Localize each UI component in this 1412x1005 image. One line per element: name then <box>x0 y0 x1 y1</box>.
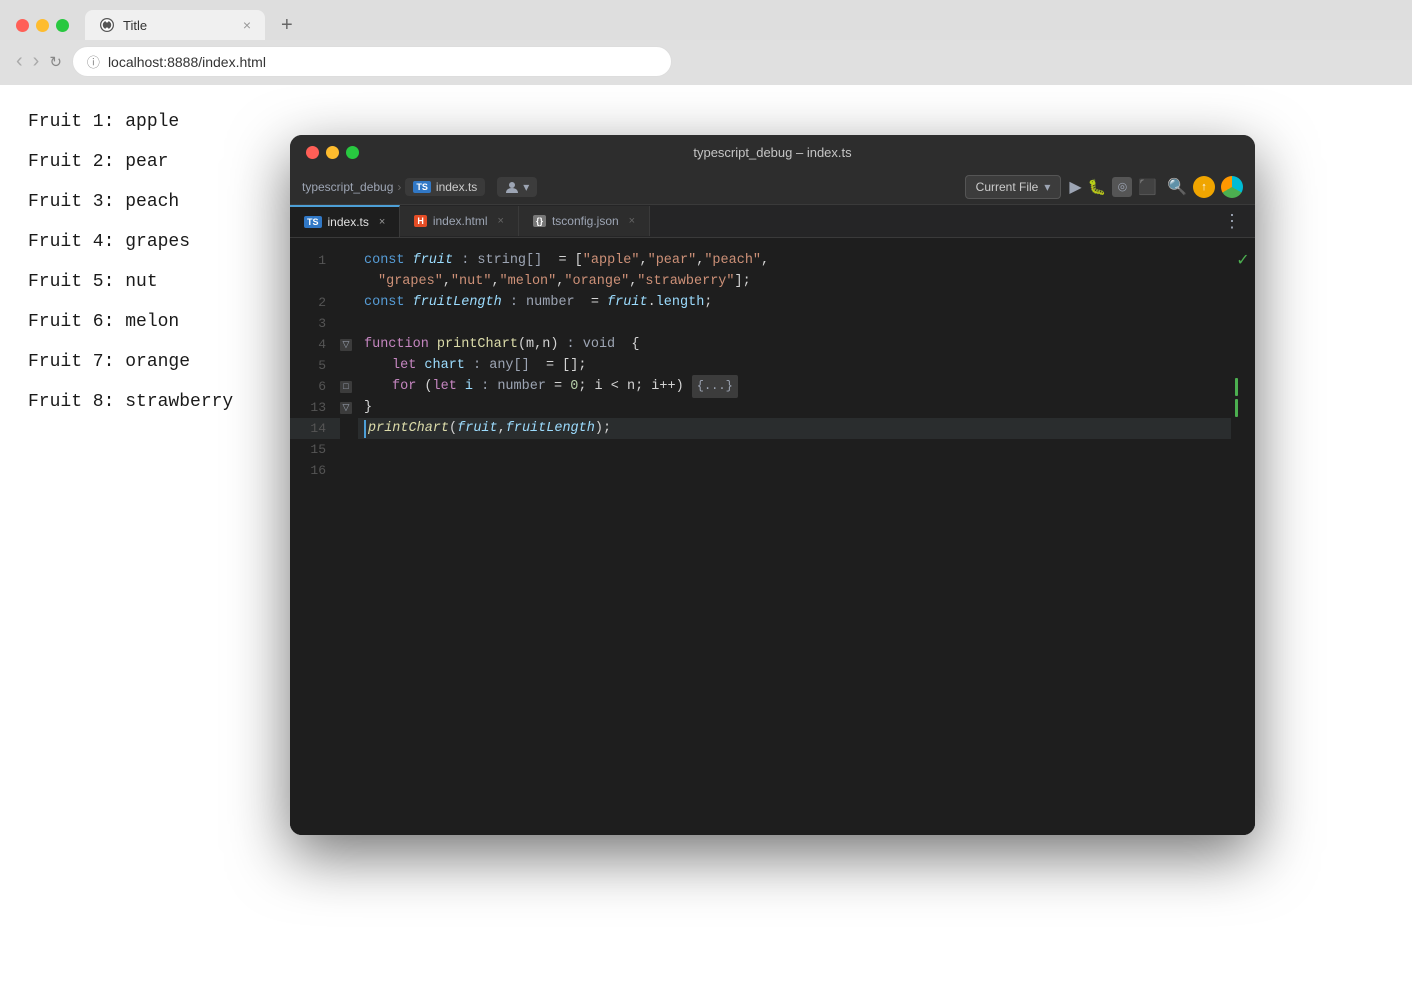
more-tabs-btn[interactable]: ⋮ <box>1209 211 1255 232</box>
tab-favicon <box>99 17 115 33</box>
minimize-button[interactable] <box>36 19 49 32</box>
tab-index-ts[interactable]: TS index.ts × <box>290 205 400 237</box>
fold-btn-close[interactable]: ▽ <box>340 402 352 414</box>
ide-window-title: typescript_debug – index.ts <box>693 145 851 160</box>
stop-btn[interactable]: ⬛ <box>1138 178 1157 196</box>
code-line-2: const fruitLength : number = fruit.lengt… <box>364 292 1231 313</box>
back-btn[interactable]: ‹ <box>16 50 23 73</box>
code-line-16 <box>364 460 1231 481</box>
line-numbers: 1 2 3 4 5 6 13 14 15 16 <box>290 238 340 835</box>
tab-html-close[interactable]: × <box>498 215 504 227</box>
ide-minimize-btn[interactable] <box>326 146 339 159</box>
toolbar-icons: ▶ 🐛 ◎ ⬛ 🔍 ↑ <box>1069 176 1243 198</box>
fold-column: ▽ □ ▽ <box>340 238 358 835</box>
close-button[interactable] <box>16 19 29 32</box>
ide-window: typescript_debug – index.ts typescript_d… <box>290 135 1255 835</box>
breadcrumb-sep: › <box>397 180 401 194</box>
upload-btn[interactable]: ↑ <box>1193 176 1215 198</box>
tab-json-name: tsconfig.json <box>552 214 619 228</box>
browser-tab-active[interactable]: Title × <box>85 10 265 40</box>
ide-close-btn[interactable] <box>306 146 319 159</box>
upload-icon: ↑ <box>1201 181 1207 193</box>
json-badge: {} <box>533 215 546 227</box>
code-line-3 <box>364 313 1231 334</box>
url-text: localhost:8888/index.html <box>108 54 266 70</box>
forward-btn[interactable]: › <box>33 50 40 73</box>
security-icon: ⓘ <box>87 52 100 71</box>
code-line-6: for (let i : number = 0; i < n; i++) {..… <box>364 376 1231 397</box>
jetbrains-btn[interactable] <box>1221 176 1243 198</box>
ide-traffic-lights <box>306 146 359 159</box>
coverage-btn[interactable]: ◎ <box>1112 177 1132 197</box>
new-tab-btn[interactable]: + <box>273 12 301 39</box>
code-line-15 <box>364 439 1231 460</box>
debug-btn[interactable]: 🐛 <box>1088 178 1107 196</box>
breadcrumb-file-name: index.ts <box>436 180 477 194</box>
html-badge: H <box>414 215 427 227</box>
ts-badge: TS <box>304 216 322 228</box>
tab-tsconfig-json[interactable]: {} tsconfig.json × <box>519 206 650 236</box>
code-line-1: const fruit : string[] = ["apple","pear"… <box>364 250 1231 271</box>
code-editor[interactable]: 1 2 3 4 5 6 13 14 15 16 ▽ <box>290 238 1255 835</box>
address-bar-row: ‹ › ↻ ⓘ localhost:8888/index.html <box>0 40 1412 85</box>
tab-index-html[interactable]: H index.html × <box>400 206 519 236</box>
gutter-bar-1 <box>1235 378 1238 396</box>
ide-maximize-btn[interactable] <box>346 146 359 159</box>
right-gutter: ✓ <box>1231 238 1255 835</box>
refresh-btn[interactable]: ↻ <box>49 53 62 71</box>
breadcrumb: typescript_debug › TS index.ts <box>302 178 485 196</box>
search-btn[interactable]: 🔍 <box>1167 177 1187 197</box>
run-config-dropdown[interactable]: Current File ▾ <box>965 175 1062 199</box>
ts-file-badge: TS <box>413 181 431 193</box>
user-icon <box>505 180 519 194</box>
tab-ts-name: index.ts <box>328 215 369 229</box>
browser-chrome: Title × + ‹ › ↻ ⓘ localhost:8888/index.h… <box>0 0 1412 85</box>
tab-html-name: index.html <box>433 214 488 228</box>
code-line-1b: "grapes","nut","melon","orange","strawbe… <box>364 271 1231 292</box>
code-line-14: printChart(fruit,fruitLength); <box>358 418 1231 439</box>
dropdown-arrow: ▾ <box>523 180 529 194</box>
user-btn[interactable]: ▾ <box>497 177 537 197</box>
breadcrumb-file[interactable]: TS index.ts <box>405 178 485 196</box>
traffic-lights <box>16 19 69 32</box>
code-line-13: } <box>364 397 1231 418</box>
tab-title: Title <box>123 18 147 33</box>
maximize-button[interactable] <box>56 19 69 32</box>
check-mark: ✓ <box>1236 253 1249 269</box>
ide-toolbar: typescript_debug › TS index.ts ▾ Current… <box>290 170 1255 205</box>
title-bar: Title × + <box>0 0 1412 40</box>
ide-tabs: TS index.ts × H index.html × {} tsconfig… <box>290 205 1255 238</box>
code-line-5: let chart : any[] = []; <box>364 355 1231 376</box>
code-content[interactable]: const fruit : string[] = ["apple","pear"… <box>358 238 1231 835</box>
code-line-4: function printChart(m,n) : void { <box>364 334 1231 355</box>
run-config-arrow: ▾ <box>1044 180 1050 194</box>
run-btn[interactable]: ▶ <box>1069 177 1081 197</box>
breadcrumb-project[interactable]: typescript_debug <box>302 180 393 194</box>
fruit-item-1: Fruit 1: apple <box>28 113 1412 131</box>
fold-btn-for[interactable]: □ <box>340 381 352 393</box>
gutter-bar-2 <box>1235 399 1238 417</box>
tab-close-btn[interactable]: × <box>243 17 251 33</box>
run-config-label: Current File <box>976 180 1039 194</box>
tab-json-close[interactable]: × <box>629 215 635 227</box>
address-bar[interactable]: ⓘ localhost:8888/index.html <box>72 46 672 77</box>
page-content: Fruit 1: apple Fruit 2: pear Fruit 3: pe… <box>0 85 1412 1005</box>
ide-titlebar: typescript_debug – index.ts <box>290 135 1255 170</box>
fold-btn-function[interactable]: ▽ <box>340 339 352 351</box>
tab-ts-close[interactable]: × <box>379 216 385 228</box>
